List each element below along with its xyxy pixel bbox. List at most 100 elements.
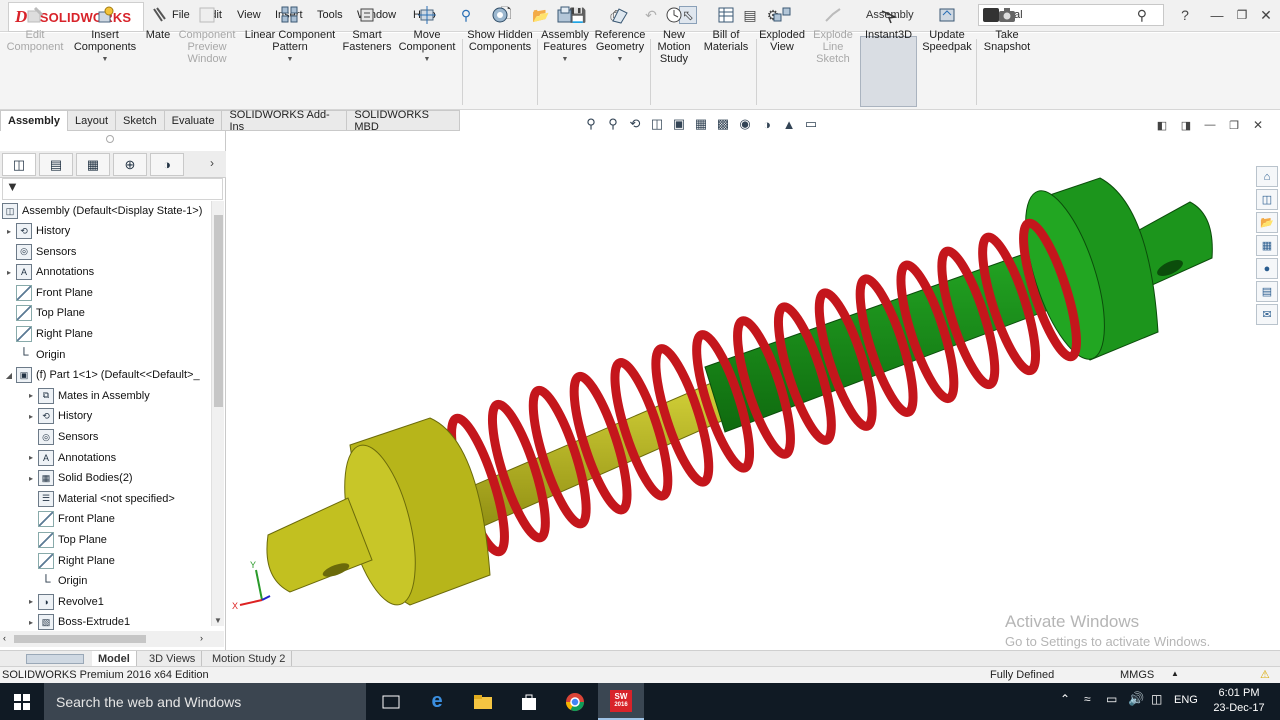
chevron-down-icon[interactable]: ▼: [562, 54, 569, 66]
tree-item-annotations[interactable]: ▸ A Annotations: [26, 448, 116, 468]
expand-arrow-icon[interactable]: ▸: [4, 227, 14, 236]
tree-item-history[interactable]: ▸ ⟲ History: [4, 221, 70, 241]
view-settings-icon[interactable]: ▭: [802, 115, 820, 133]
volume-icon[interactable]: 🔊: [1128, 691, 1144, 707]
insert-components-button[interactable]: Insert Components ▼: [70, 4, 140, 76]
tree-scroll-thumb[interactable]: [214, 215, 223, 407]
show-hidden-components-button[interactable]: Show Hidden Components: [464, 4, 536, 76]
scroll-right-icon[interactable]: ›: [200, 633, 203, 643]
wifi-icon[interactable]: ≈: [1084, 692, 1091, 706]
exploded-view-button[interactable]: Exploded View: [756, 4, 808, 76]
document-tile-left-icon[interactable]: ◧: [1153, 116, 1171, 134]
chevron-down-icon[interactable]: ▼: [424, 54, 431, 66]
battery-icon[interactable]: ▭: [1106, 692, 1117, 706]
tab-motion-study-2[interactable]: Motion Study 2: [206, 651, 293, 667]
file-explorer-button[interactable]: [460, 683, 506, 720]
zoom-to-area-icon[interactable]: ⚲: [604, 115, 622, 133]
edit-appearance-icon[interactable]: ◑: [758, 115, 776, 133]
language-indicator[interactable]: ENG: [1174, 694, 1198, 706]
tree-item-origin[interactable]: └ Origin: [4, 345, 65, 365]
document-tile-right-icon[interactable]: ◨: [1177, 116, 1195, 134]
forum-icon[interactable]: ✉: [1256, 304, 1278, 325]
configuration-manager-tab-icon[interactable]: ▦: [76, 153, 110, 176]
display-manager-tab-icon[interactable]: ◑: [150, 153, 184, 176]
tab-sketch[interactable]: Sketch: [116, 110, 165, 131]
smart-fasteners-button[interactable]: Smart Fasteners: [340, 4, 394, 76]
new-motion-study-button[interactable]: New Motion Study: [652, 4, 696, 76]
solidworks-taskbar-button[interactable]: SW 2016: [598, 683, 644, 720]
document-restore-icon[interactable]: ❐: [1225, 116, 1243, 134]
tree-item-f-part-1-1-default-default[interactable]: ◢ ▣ (f) Part 1<1> (Default<<Default>_: [4, 365, 200, 385]
expand-arrow-icon[interactable]: ▸: [26, 597, 36, 606]
assembly-features-button[interactable]: Assembly Features ▼: [538, 4, 592, 76]
chevron-down-icon[interactable]: ▼: [287, 54, 294, 66]
tree-item-boss-extrude1[interactable]: ▸ ▧ Boss-Extrude1: [26, 612, 130, 632]
tab-model[interactable]: Model: [92, 651, 137, 667]
expand-arrow-icon[interactable]: ▸: [4, 268, 14, 277]
tree-item-history[interactable]: ▸ ⟲ History: [26, 406, 92, 426]
tab-solidworks-add-ins[interactable]: SOLIDWORKS Add-Ins: [222, 109, 348, 133]
component-preview-window-button[interactable]: Component Preview Window: [176, 4, 238, 76]
view-orientation-icon[interactable]: ▦: [692, 115, 710, 133]
action-center-icon[interactable]: ◫: [1151, 692, 1162, 706]
previous-view-icon[interactable]: ⟲: [626, 115, 644, 133]
show-hidden-icons-chevron-icon[interactable]: ⌃: [1060, 692, 1070, 706]
display-style-icon[interactable]: ▩: [714, 115, 732, 133]
apply-scene-icon[interactable]: ▲: [780, 115, 798, 133]
tab-navigation-arrows[interactable]: [26, 654, 84, 664]
tree-item-mates-in-assembly[interactable]: ▸ ⧉ Mates in Assembly: [26, 386, 150, 406]
tab-evaluate[interactable]: Evaluate: [164, 110, 223, 131]
section-view-icon[interactable]: ◫: [648, 115, 666, 133]
document-close-icon[interactable]: ✕: [1249, 116, 1267, 134]
tab-3d-views[interactable]: 3D Views: [143, 651, 203, 667]
tree-item-front-plane[interactable]: Front Plane: [26, 509, 115, 529]
taskbar-clock[interactable]: 6:01 PM 23-Dec-17: [1208, 686, 1270, 716]
dynamic-annotation-icon[interactable]: ▣: [670, 115, 688, 133]
tree-item-right-plane[interactable]: Right Plane: [4, 324, 93, 344]
tree-vertical-scrollbar[interactable]: [211, 201, 224, 626]
tree-root-assembly[interactable]: ◫ Assembly (Default<Display State-1>): [2, 201, 202, 221]
chevron-down-icon[interactable]: ▼: [102, 54, 109, 66]
tree-item-origin[interactable]: └ Origin: [26, 571, 87, 591]
task-view-button[interactable]: [368, 683, 414, 720]
take-snapshot-button[interactable]: Take Snapshot: [980, 4, 1034, 76]
tree-horizontal-scrollbar[interactable]: ‹ ›: [0, 631, 224, 647]
store-button[interactable]: [506, 683, 552, 720]
hide-show-items-icon[interactable]: ◉: [736, 115, 754, 133]
expand-arrow-icon[interactable]: ▸: [26, 474, 36, 483]
close-icon[interactable]: ✕: [1257, 6, 1275, 24]
scroll-down-icon[interactable]: ▼: [214, 616, 222, 625]
minimize-icon[interactable]: —: [1208, 6, 1226, 24]
tree-item-solid-bodies-2[interactable]: ▸ ▦ Solid Bodies(2): [26, 468, 133, 488]
scroll-left-icon[interactable]: ‹: [3, 633, 6, 643]
expand-arrow-icon[interactable]: ▸: [26, 412, 36, 421]
taskbar-search-box[interactable]: Search the web and Windows: [44, 683, 366, 720]
document-minimize-icon[interactable]: —: [1201, 116, 1219, 134]
tree-item-sensors[interactable]: ◎ Sensors: [4, 242, 76, 262]
tree-item-right-plane[interactable]: Right Plane: [26, 551, 115, 571]
move-component-button[interactable]: Move Component ▼: [396, 4, 458, 76]
tab-layout[interactable]: Layout: [67, 110, 117, 131]
chrome-button[interactable]: [552, 683, 598, 720]
bill-of-materials-button[interactable]: Bill of Materials: [698, 4, 754, 76]
panel-collapse-handle[interactable]: [106, 135, 114, 143]
view-palette-icon[interactable]: ▦: [1256, 235, 1278, 256]
status-units[interactable]: MMGS: [1120, 669, 1154, 681]
tree-hscroll-thumb[interactable]: [14, 635, 146, 643]
notification-icon[interactable]: ⚠: [1260, 668, 1270, 681]
explode-line-sketch-button[interactable]: Explode Line Sketch: [810, 4, 856, 76]
dimxpert-manager-tab-icon[interactable]: ⊕: [113, 153, 147, 176]
home-icon[interactable]: ⌂: [1256, 166, 1278, 187]
restore-icon[interactable]: ❐: [1233, 6, 1251, 24]
edit-component-button[interactable]: Edit Component: [4, 4, 66, 76]
tree-item-top-plane[interactable]: Top Plane: [26, 530, 107, 550]
custom-properties-icon[interactable]: ▤: [1256, 281, 1278, 302]
expand-arrow-icon[interactable]: ▸: [26, 453, 36, 462]
tree-filter-field[interactable]: ▼: [2, 178, 223, 200]
expand-arrow-icon[interactable]: ▸: [26, 618, 36, 627]
search-icon[interactable]: ⚲: [1137, 7, 1147, 24]
chevron-right-icon[interactable]: ›: [210, 156, 214, 170]
units-chevron-icon[interactable]: ▲: [1171, 669, 1179, 678]
graphics-area[interactable]: Y X: [227, 131, 1280, 650]
linear-component-pattern-button[interactable]: Linear Component Pattern ▼: [242, 4, 338, 76]
